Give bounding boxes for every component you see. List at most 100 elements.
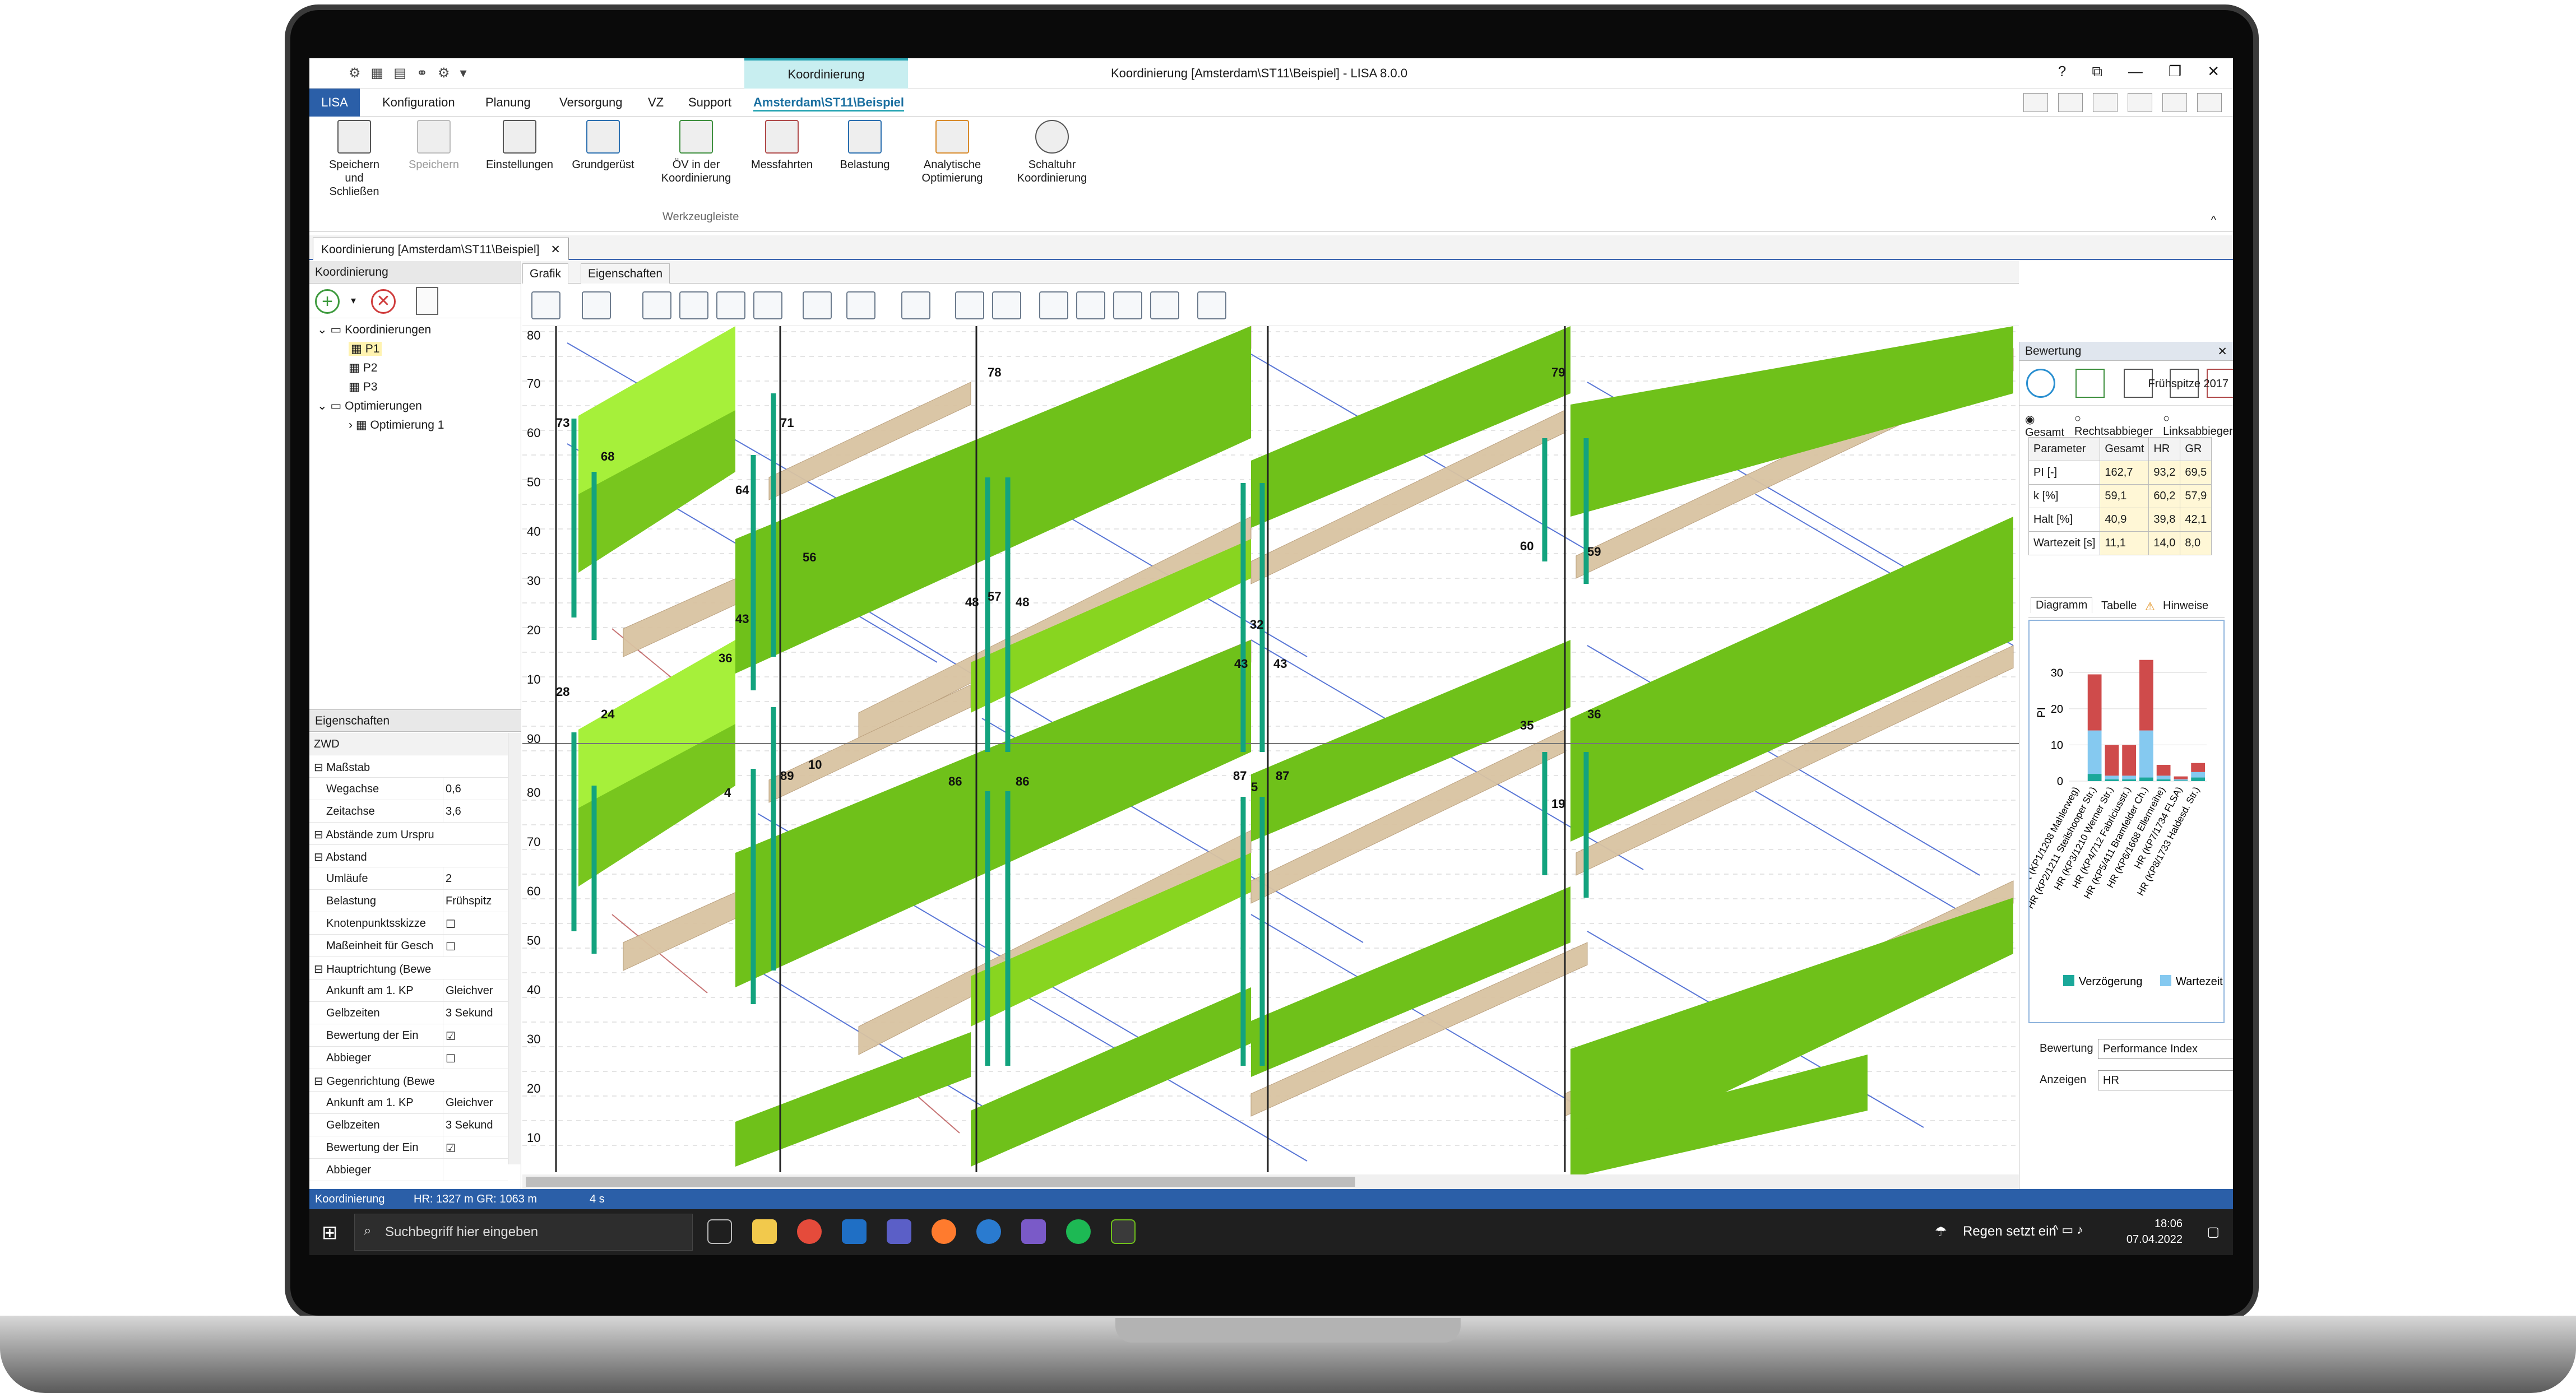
close-tab-icon[interactable]: ✕	[550, 243, 560, 256]
property-value[interactable]: 3,6	[443, 800, 508, 823]
property-row[interactable]: Bewertung der Ein ☑	[309, 1024, 508, 1047]
app-icon[interactable]	[1021, 1219, 1046, 1244]
maximize-button[interactable]: ❐	[2169, 63, 2181, 81]
property-value[interactable]: ☑	[443, 1024, 508, 1047]
anzeigen-select[interactable]: HR▾	[2098, 1070, 2233, 1090]
layout-button[interactable]	[2128, 93, 2152, 112]
file-explorer-icon[interactable]	[752, 1219, 777, 1244]
bewertung-select[interactable]: Performance Index▾	[2098, 1039, 2233, 1059]
tree-node-optimizations[interactable]: ⌄ ▭ Optimierungen	[317, 399, 422, 413]
zoom-out-icon[interactable]	[716, 291, 745, 319]
layout-button[interactable]	[2023, 93, 2048, 112]
zoom-fit-icon[interactable]	[679, 291, 708, 319]
radio-rechtsabbieger[interactable]: ○ Rechtsabbieger	[2074, 412, 2153, 438]
property-row[interactable]: Zeitachse 3,6	[309, 800, 508, 823]
windows-start-icon[interactable]: ⊞	[322, 1222, 338, 1244]
radio-linksabbieger[interactable]: ○ Linksabbieger	[2163, 412, 2233, 438]
property-row[interactable]: Gelbzeiten 3 Sekund	[309, 1002, 508, 1024]
undo-icon[interactable]	[803, 291, 832, 319]
calculation-icon[interactable]	[1197, 291, 1226, 319]
property-row[interactable]: Bewertung der Ein ☑	[309, 1136, 508, 1159]
menu-active-project[interactable]: Amsterdam\ST11\Beispiel	[753, 95, 905, 112]
property-value[interactable]: ☐	[443, 912, 508, 935]
lisa-taskbar-icon[interactable]	[1111, 1219, 1136, 1244]
layout-button[interactable]	[2162, 93, 2187, 112]
property-value[interactable]: 3 Sekund	[443, 1114, 508, 1136]
delete-icon[interactable]: ✕	[371, 289, 396, 314]
add-icon[interactable]: +	[315, 289, 340, 314]
dropdown-icon[interactable]: ▾	[351, 295, 359, 307]
layout-button[interactable]	[2197, 93, 2222, 112]
tree-item-optimization-1[interactable]: › ▦ Optimierung 1	[349, 418, 444, 432]
property-category[interactable]: ZWD	[309, 733, 508, 755]
tray-icons[interactable]: ^ ▭ ♪	[2053, 1223, 2083, 1237]
close-panel-icon[interactable]: ✕	[2217, 345, 2227, 359]
chrome-icon[interactable]	[797, 1219, 822, 1244]
menu-planung[interactable]: Planung	[485, 95, 531, 110]
export-icon[interactable]	[416, 287, 438, 315]
analytical-optimization-button[interactable]: Analytische Optimierung	[910, 120, 994, 185]
belastung-button[interactable]: Belastung	[834, 120, 896, 171]
property-value[interactable]: 3 Sekund	[443, 1002, 508, 1024]
property-category[interactable]: ⊟ Abstände zum Urspru	[309, 823, 508, 845]
property-value[interactable]: ☐	[443, 1047, 508, 1069]
document-tab[interactable]: Koordinierung [Amsterdam\ST11\Beispiel] …	[313, 238, 569, 260]
tree-item-p3[interactable]: ▦ P3	[349, 380, 377, 394]
property-value[interactable]: ☐	[443, 935, 508, 957]
band-right-icon[interactable]	[1113, 291, 1142, 319]
layout-button[interactable]	[2058, 93, 2083, 112]
property-row[interactable]: Maßeinheit für Gesch ☐	[309, 935, 508, 957]
radio-gesamt[interactable]: ◉ Gesamt	[2025, 412, 2064, 439]
outlook-icon[interactable]	[842, 1219, 867, 1244]
save-close-button[interactable]: Speichern und Schließen	[321, 120, 388, 198]
comment-delete-icon[interactable]	[992, 291, 1021, 319]
band-left-icon[interactable]	[1076, 291, 1105, 319]
zoom-in-icon[interactable]	[753, 291, 782, 319]
property-category[interactable]: ⊟ Hauptrichtung (Bewe	[309, 957, 508, 979]
property-row[interactable]: Wegachse 0,6	[309, 778, 508, 800]
property-category[interactable]: ⊟ Gegenrichtung (Bewe	[309, 1069, 508, 1092]
horizontal-scrollbar[interactable]	[522, 1174, 2019, 1189]
property-value[interactable]: Frühspitz	[443, 890, 508, 912]
tab-diagramm[interactable]: Diagramm	[2031, 597, 2093, 613]
table-icon[interactable]: ▦	[371, 65, 384, 81]
signal-plan-icon[interactable]	[901, 291, 930, 319]
timer-coordination-button[interactable]: Schaltuhr Koordinierung	[1010, 120, 1094, 185]
signal-plan-icon[interactable]	[2075, 369, 2105, 398]
pi-chart[interactable]: 3020100PIHR (KP1/1208 Mahlerweg)HR (KP2/…	[2018, 621, 2223, 1022]
close-button[interactable]: ✕	[2207, 63, 2220, 81]
tab-tabelle[interactable]: Tabelle	[2101, 600, 2137, 612]
menu-support[interactable]: Support	[688, 95, 731, 110]
property-row[interactable]: Ankunft am 1. KP Gleichver	[309, 979, 508, 1002]
property-category[interactable]: ⊟ Maßstab	[309, 755, 508, 778]
app-icon[interactable]	[976, 1219, 1001, 1244]
property-value[interactable]: Gleichver	[443, 1092, 508, 1114]
property-value[interactable]: Gleichver	[443, 979, 508, 1002]
minimize-button[interactable]: —	[2128, 63, 2143, 81]
property-row[interactable]: Belastung Frühspitz	[309, 890, 508, 912]
refresh-icon[interactable]	[2026, 369, 2055, 398]
property-value[interactable]: ☑	[443, 1136, 508, 1159]
property-value[interactable]: 0,6	[443, 778, 508, 800]
menu-konfiguration[interactable]: Konfiguration	[382, 95, 455, 110]
time-distance-diagram[interactable]: 80 70 60 50 40 30 20 10 90 80 70 60 50 40 30 20 10 73 68 6…	[522, 326, 2019, 1189]
tab-eigenschaften[interactable]: Eigenschaften	[581, 263, 670, 284]
comment-add-icon[interactable]	[955, 291, 984, 319]
property-row[interactable]: Gelbzeiten 3 Sekund	[309, 1114, 508, 1136]
spotify-icon[interactable]	[1066, 1219, 1091, 1244]
help-button[interactable]: ?	[2058, 63, 2066, 81]
property-row[interactable]: Abbieger	[309, 1159, 508, 1181]
network-icon[interactable]: ⚭	[416, 65, 428, 81]
tree-item-p1[interactable]: ▦ P1	[349, 342, 382, 356]
property-value[interactable]	[443, 1159, 508, 1181]
grid-icon[interactable]: ▤	[393, 65, 406, 81]
tree-item-p2[interactable]: ▦ P2	[349, 361, 377, 375]
tab-hinweise[interactable]: Hinweise	[2163, 600, 2208, 612]
property-category[interactable]: ⊟ Abstand	[309, 845, 508, 867]
menu-lisa[interactable]: LISA	[309, 89, 360, 117]
list-icon[interactable]	[1039, 291, 1068, 319]
property-row[interactable]: Umläufe 2	[309, 867, 508, 890]
collapse-ribbon-icon[interactable]: ^	[2211, 214, 2216, 227]
settings-button[interactable]: Einstellungen	[483, 120, 556, 171]
dropdown-icon[interactable]: ▾	[460, 65, 467, 81]
